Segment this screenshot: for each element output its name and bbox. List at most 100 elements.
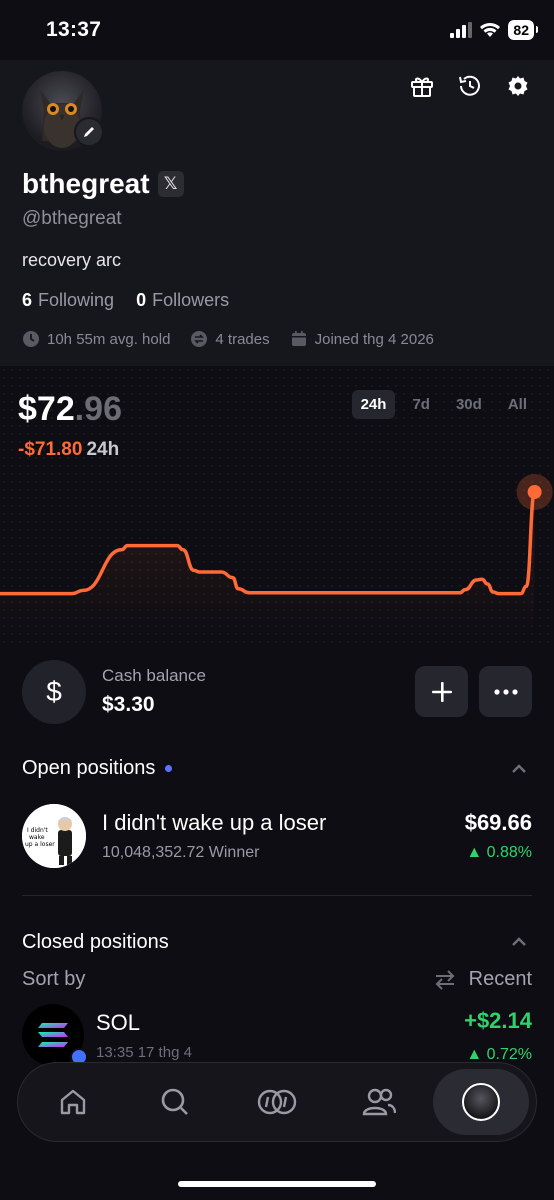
closed-positions-header[interactable]: Closed positions — [22, 931, 169, 954]
token-thumbnail: I didn't wake up a loser — [22, 804, 86, 868]
balance-main: $72 — [18, 390, 75, 428]
home-icon — [60, 1089, 86, 1115]
range-24h[interactable]: 24h — [351, 390, 396, 419]
swap-icon — [191, 331, 208, 347]
history-button[interactable] — [456, 72, 484, 100]
position-value: $69.66 — [464, 810, 532, 835]
user-handle: @bthegreat — [22, 208, 122, 229]
followers-link[interactable]: 0 Followers — [136, 290, 229, 311]
sort-by-label: Sort by — [22, 968, 86, 990]
username-row: bthegreat 𝕏 — [22, 168, 184, 200]
sort-selector[interactable]: Recent — [433, 968, 532, 991]
bottom-tab-bar — [17, 1062, 537, 1142]
x-link-badge[interactable]: 𝕏 — [157, 171, 184, 197]
users-icon — [362, 1088, 396, 1116]
profile-meta: 10h 55m avg. hold 4 trades Joined thg 4 … — [22, 330, 434, 348]
portfolio-change: -$71.80 24h — [18, 439, 119, 461]
avg-hold-text: 10h 55m avg. hold — [47, 330, 171, 348]
new-indicator-dot — [165, 765, 173, 772]
sort-value: Recent — [468, 968, 532, 990]
battery-indicator: 82 — [508, 20, 538, 40]
gift-icon — [411, 77, 433, 97]
thumb-text-1: I didn't — [27, 827, 48, 834]
closed-position-row[interactable]: SOL 13:35 17 thg 4 +$2.14 ▲ 0.72% — [22, 1004, 532, 1066]
deposit-button[interactable] — [415, 666, 468, 717]
joined-text: Joined thg 4 2026 — [314, 330, 434, 348]
dollar-icon: $ — [22, 660, 86, 724]
balance-decimal: .96 — [74, 390, 122, 428]
solana-logo — [38, 1023, 68, 1047]
followers-count: 0 — [136, 290, 147, 310]
closed-position-time: 13:35 17 thg 4 — [96, 1044, 192, 1061]
following-label: Following — [38, 290, 115, 310]
closed-position-name: SOL — [96, 1010, 141, 1035]
range-7d[interactable]: 7d — [403, 390, 439, 419]
gear-icon — [508, 76, 528, 96]
portfolio-balance: $72.96 — [18, 390, 122, 429]
status-time: 13:37 — [46, 18, 102, 41]
profile-header: bthegreat 𝕏 @bthegreat recovery arc 6 Fol… — [0, 60, 554, 366]
open-positions-header[interactable]: Open positions — [22, 757, 173, 780]
portfolio-line-chart — [0, 474, 553, 636]
edit-avatar-button[interactable] — [74, 117, 104, 147]
position-name: I didn't wake up a loser — [102, 810, 327, 835]
cash-label: Cash balance — [102, 666, 206, 685]
wifi-icon — [480, 23, 501, 37]
trades-stat: 4 trades — [190, 330, 270, 348]
joined-stat: Joined thg 4 2026 — [290, 330, 434, 348]
change-value: -$71.80 — [18, 439, 83, 460]
settings-button[interactable] — [504, 72, 532, 100]
signal-icon — [450, 22, 473, 38]
history-icon — [459, 75, 480, 96]
position-row[interactable]: I didn't wake up a loser I didn't wake u… — [22, 804, 532, 870]
status-icons: 82 — [450, 20, 538, 40]
following-link[interactable]: 6 Following — [22, 290, 114, 311]
following-count: 6 — [22, 290, 33, 310]
thumb-text-2: wake — [29, 834, 45, 841]
range-selector: 24h 7d 30d All — [351, 390, 536, 419]
username: bthegreat — [22, 168, 150, 199]
cash-balance-row: $ Cash balance $3.30 — [22, 658, 532, 724]
cash-value: $3.30 — [102, 693, 155, 716]
thumb-text-3: up a loser — [25, 841, 55, 848]
chart-area-fill — [0, 492, 535, 636]
coins-icon — [257, 1089, 297, 1115]
position-change: ▲ 0.88% — [466, 844, 532, 861]
closed-positions-title: Closed positions — [22, 931, 169, 953]
tab-search[interactable] — [127, 1069, 223, 1135]
range-all[interactable]: All — [499, 390, 536, 419]
more-icon — [493, 688, 518, 695]
pencil-icon — [84, 127, 94, 137]
clock-icon — [23, 331, 39, 347]
followers-label: Followers — [152, 290, 230, 310]
tab-home[interactable] — [25, 1069, 121, 1135]
portfolio-chart-section: $72.96 -$71.80 24h 24h 7d 30d All — [0, 366, 554, 646]
search-icon — [161, 1088, 188, 1115]
avg-hold-stat: 10h 55m avg. hold — [22, 330, 170, 348]
calendar-icon — [291, 331, 306, 346]
header-actions — [408, 72, 532, 100]
change-period: 24h — [86, 439, 120, 460]
chevron-up-icon[interactable] — [510, 933, 528, 951]
trades-text: 4 trades — [215, 330, 270, 348]
open-positions-title: Open positions — [22, 757, 156, 779]
chart-series-line — [0, 490, 537, 596]
profile-avatar — [462, 1083, 500, 1121]
user-bio: recovery arc — [22, 250, 122, 270]
range-30d[interactable]: 30d — [447, 390, 491, 419]
home-indicator — [178, 1181, 376, 1187]
tab-coins[interactable] — [229, 1069, 325, 1135]
tab-social[interactable] — [331, 1069, 427, 1135]
chevron-up-icon[interactable] — [510, 760, 528, 778]
status-bar: 13:37 82 — [0, 0, 554, 60]
more-options-button[interactable] — [479, 666, 532, 717]
gift-button[interactable] — [408, 72, 436, 100]
chart-endpoint-dot — [527, 485, 542, 499]
sort-arrows-icon — [435, 969, 455, 990]
plus-icon — [431, 681, 452, 702]
closed-position-pnl: +$2.14 — [464, 1008, 532, 1033]
follow-stats: 6 Following 0 Followers — [22, 290, 229, 311]
meme-token-image: I didn't wake up a loser — [22, 804, 86, 868]
section-divider — [22, 895, 532, 896]
tab-profile[interactable] — [433, 1069, 529, 1135]
